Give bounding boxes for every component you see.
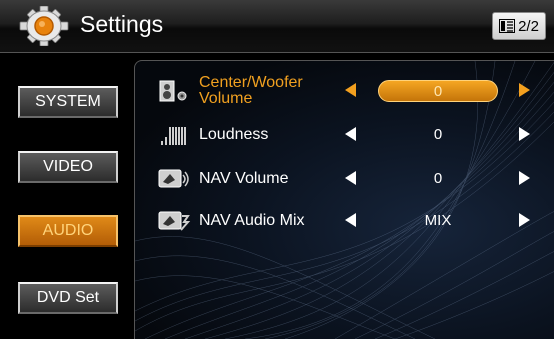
setting-row-center-woofer[interactable]: Center/Woofer Volume 0 xyxy=(135,73,554,109)
page-list-icon xyxy=(499,19,516,33)
nav-volume-icon xyxy=(158,169,189,188)
increase-arrow-icon[interactable] xyxy=(519,213,530,227)
setting-value: 0 xyxy=(378,80,498,102)
setting-label: Center/Woofer Volume xyxy=(199,74,303,107)
increase-arrow-icon[interactable] xyxy=(519,171,530,185)
decrease-arrow-icon[interactable] xyxy=(345,83,356,97)
sidebar-item-dvd-set[interactable]: DVD Set xyxy=(18,282,118,314)
sidebar: SYSTEM VIDEO AUDIO DVD Set xyxy=(0,53,134,338)
setting-label: Loudness xyxy=(199,126,269,143)
decrease-arrow-icon[interactable] xyxy=(345,171,356,185)
increase-arrow-icon[interactable] xyxy=(519,127,530,141)
page-indicator-button[interactable]: 2/2 xyxy=(492,12,546,40)
nav-mix-icon xyxy=(158,211,191,231)
header-bar: Settings 2/2 xyxy=(0,0,554,53)
setting-value: 0 xyxy=(433,126,443,143)
sidebar-item-video[interactable]: VIDEO xyxy=(18,151,118,183)
setting-label: NAV Audio Mix xyxy=(199,212,305,229)
sidebar-item-audio[interactable]: AUDIO xyxy=(18,215,118,247)
increase-arrow-icon[interactable] xyxy=(519,83,530,97)
page-title: Settings xyxy=(80,11,164,37)
sidebar-item-label: SYSTEM xyxy=(35,93,101,110)
setting-row-loudness[interactable]: Loudness 0 xyxy=(135,117,554,153)
page-indicator-text: 2/2 xyxy=(518,17,539,35)
setting-value: 0 xyxy=(433,170,443,187)
setting-value: MIX xyxy=(424,212,452,229)
settings-panel: Center/Woofer Volume 0 Loudness 0 NAV Vo… xyxy=(134,60,554,339)
gear-icon xyxy=(19,6,69,46)
sidebar-item-label: DVD Set xyxy=(36,289,100,306)
sidebar-item-label: VIDEO xyxy=(43,158,93,175)
setting-label: NAV Volume xyxy=(199,170,289,187)
equalizer-icon xyxy=(161,127,186,145)
decrease-arrow-icon[interactable] xyxy=(345,213,356,227)
sidebar-item-label: AUDIO xyxy=(42,222,94,239)
setting-row-nav-audio-mix[interactable]: NAV Audio Mix MIX xyxy=(135,203,554,239)
sidebar-item-system[interactable]: SYSTEM xyxy=(18,86,118,118)
decrease-arrow-icon[interactable] xyxy=(345,127,356,141)
speaker-icon xyxy=(159,80,187,102)
setting-row-nav-volume[interactable]: NAV Volume 0 xyxy=(135,161,554,197)
